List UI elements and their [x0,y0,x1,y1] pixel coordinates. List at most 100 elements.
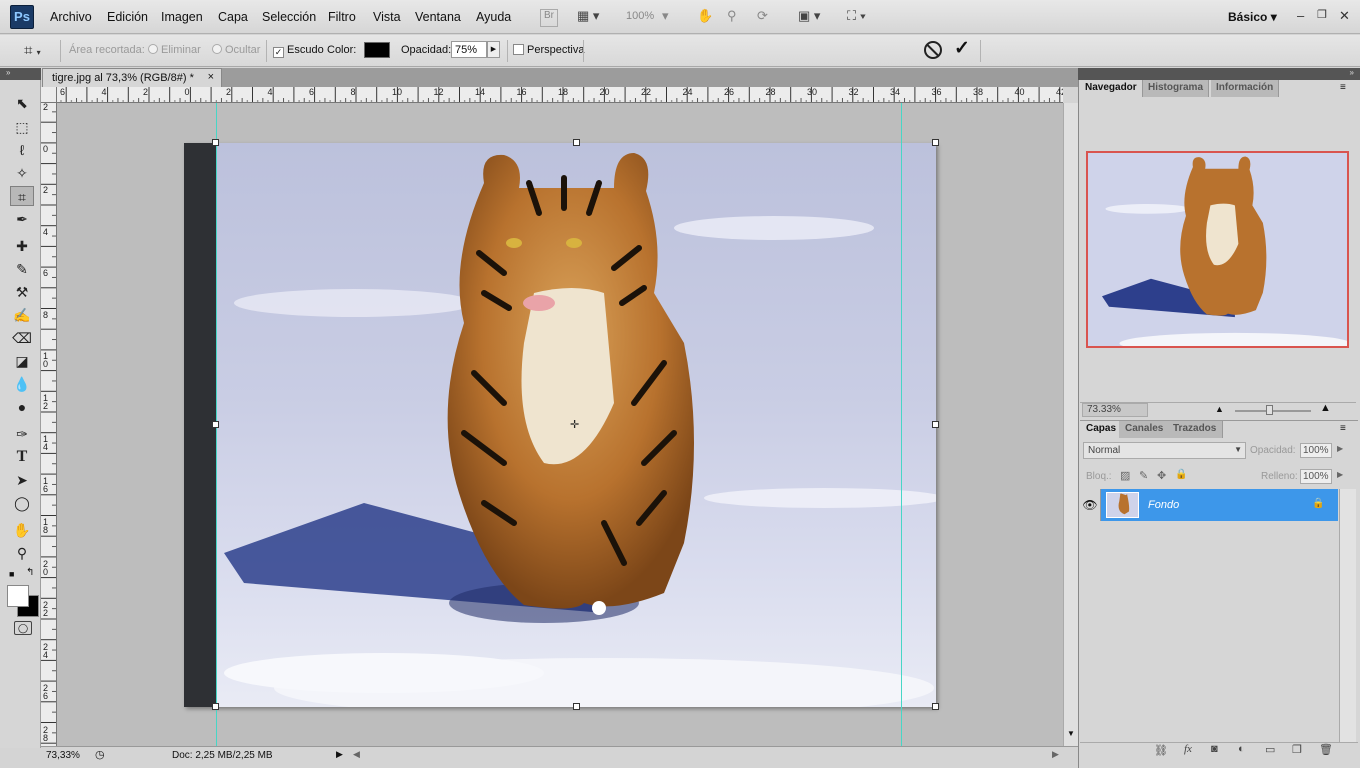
layer-fill-arrow-icon[interactable]: ▶ [1337,470,1343,479]
menu-seleccion[interactable]: Selección [262,10,316,24]
menu-ayuda[interactable]: Ayuda [476,10,511,24]
tab-navigator[interactable]: Navegador [1080,80,1143,97]
shield-checkbox[interactable]: ✓ Escudo [273,44,324,58]
eraser-tool-icon[interactable]: ⌫ [10,328,34,348]
dodge-tool-icon[interactable]: ● [10,397,34,417]
scroll-right-icon[interactable]: ▶ [1052,749,1059,760]
tab-histogram[interactable]: Histograma [1143,80,1210,97]
blend-mode-select[interactable]: Normal ▼ [1083,442,1246,459]
zoom-tool-icon[interactable]: ⚲ [10,543,34,563]
tab-layers[interactable]: Capas [1080,421,1124,438]
foreground-color-swatch[interactable] [7,585,29,607]
close-icon[interactable]: ✕ [1339,8,1350,24]
tiger-photo[interactable] [184,143,936,707]
cancel-crop-button[interactable] [924,41,942,59]
scroll-left-icon[interactable]: ◀ [353,749,360,760]
menu-vista[interactable]: Vista [373,10,401,24]
crop-handle-left[interactable] [212,421,219,428]
crop-handle-right[interactable] [932,421,939,428]
workspace-switcher[interactable]: Básico ▾ [1228,10,1277,24]
brush-tool-icon[interactable]: ✎ [10,259,34,279]
tools-panel-header[interactable]: » [0,68,41,80]
new-group-icon[interactable]: ▭ [1265,743,1275,756]
horizontal-ruler[interactable]: 6 4 2 0 2 4 6 8 10 12 14 16 18 20 22 24 26 28 30 32 34 36 38 40… [57,87,1063,103]
zoom-level-menu[interactable]: 100% [626,10,654,28]
app-logo[interactable]: Ps [10,5,34,29]
crop-tool-preset-icon[interactable]: ⌗ ▾ [24,42,41,59]
canvas-vertical-scrollbar[interactable]: ▼ [1063,103,1078,746]
marquee-tool-icon[interactable]: ⬚ [10,117,34,137]
layer-visibility-eye-icon[interactable]: 👁 [1080,489,1101,521]
healing-brush-tool-icon[interactable]: ✚ [10,236,34,256]
opacity-slider-arrow[interactable]: ▶ [487,41,500,58]
close-document-icon[interactable]: × [208,71,214,83]
panel-dock-header[interactable]: » [1078,68,1360,80]
commit-crop-button[interactable]: ✓ [954,37,970,60]
crop-handle-bottom[interactable] [573,703,580,710]
new-layer-icon[interactable]: ❐ [1292,743,1302,756]
zoom-out-icon[interactable]: ▲ [1215,404,1224,414]
history-brush-tool-icon[interactable]: ✍ [10,305,34,325]
chevron-down-icon[interactable]: ▾ [662,8,669,26]
clone-stamp-tool-icon[interactable]: ⚒ [10,282,34,302]
crop-handle-bottom-left[interactable] [212,703,219,710]
menu-imagen[interactable]: Imagen [161,10,203,24]
pen-tool-icon[interactable]: ✑ [10,424,34,444]
move-tool-icon[interactable]: ⬉ [10,93,34,113]
layer-name[interactable]: Fondo [1148,499,1179,511]
perspective-checkbox[interactable]: Perspectiva [513,44,584,56]
restore-icon[interactable]: ❐ [1317,8,1327,21]
layers-panel-menu-icon[interactable]: ≡ [1340,423,1346,434]
bridge-icon[interactable]: Br [540,9,558,27]
crop-center-icon[interactable]: ✛ [570,418,579,431]
blur-tool-icon[interactable]: 💧 [10,374,34,394]
status-menu-arrow-icon[interactable]: ▶ [336,749,343,760]
adjustment-layer-icon[interactable]: ◐ [1238,743,1245,755]
hide-radio[interactable]: Ocultar [212,44,260,56]
layers-scrollbar[interactable] [1339,489,1356,742]
crop-tool-icon[interactable]: ⌗ [10,186,34,206]
ruler-origin[interactable] [41,87,57,103]
screen-mode-icon[interactable]: ⛶ ▾ [847,8,866,26]
shield-color-swatch[interactable] [364,42,390,58]
delete-layer-icon[interactable]: 🗑 [1319,743,1333,756]
status-info-icon[interactable]: ◷ [95,748,105,761]
hand-icon[interactable]: ✋ [697,8,713,26]
lock-position-icon[interactable]: ✥ [1157,469,1166,482]
zoom-icon[interactable]: ⚲ [727,8,737,26]
guide-line-right[interactable] [901,103,902,746]
navigator-zoom-slider[interactable] [1235,410,1311,412]
lock-image-icon[interactable]: ✎ [1139,469,1148,482]
shield-opacity-input[interactable]: 75% [451,41,487,58]
crop-handle-top-right[interactable] [932,139,939,146]
lasso-tool-icon[interactable]: ℓ [10,140,34,160]
extras-icon[interactable]: ▦ ▾ [577,8,599,26]
paint-bucket-tool-icon[interactable]: ◪ [10,351,34,371]
arrange-documents-icon[interactable]: ▣ ▾ [798,8,820,26]
document-tab[interactable]: tigre.jpg al 73,3% (RGB/8#) * × [42,68,222,87]
lock-transparent-icon[interactable]: ▨ [1120,469,1130,482]
tab-channels[interactable]: Canales [1119,421,1171,438]
layer-fill-input[interactable]: 100% [1300,469,1332,484]
navigator-thumbnail[interactable] [1086,151,1349,348]
tab-info[interactable]: Información [1211,80,1280,97]
menu-edicion[interactable]: Edición [107,10,148,24]
delete-radio[interactable]: Eliminar [148,44,201,56]
quick-mask-icon[interactable]: ◯ [14,621,32,635]
menu-ventana[interactable]: Ventana [415,10,461,24]
menu-archivo[interactable]: Archivo [50,10,92,24]
crop-handle-top[interactable] [573,139,580,146]
path-selection-tool-icon[interactable]: ➤ [10,470,34,490]
zoom-in-icon[interactable]: ▲ [1320,402,1331,414]
minimize-icon[interactable]: – [1297,8,1304,23]
layer-opacity-input[interactable]: 100% [1300,443,1332,458]
type-tool-icon[interactable]: T [10,447,34,467]
navigator-zoom-field[interactable]: 73.33% [1082,403,1148,417]
menu-capa[interactable]: Capa [218,10,248,24]
link-layers-icon[interactable]: ⛓ [1154,744,1168,757]
crop-handle-bottom-right[interactable] [932,703,939,710]
swap-colors-icon[interactable]: ↰ [26,567,34,578]
ellipse-tool-icon[interactable]: ◯ [10,493,34,513]
eyedropper-tool-icon[interactable]: ✒ [10,209,34,229]
rotate-view-icon[interactable]: ⟳ [757,8,768,26]
